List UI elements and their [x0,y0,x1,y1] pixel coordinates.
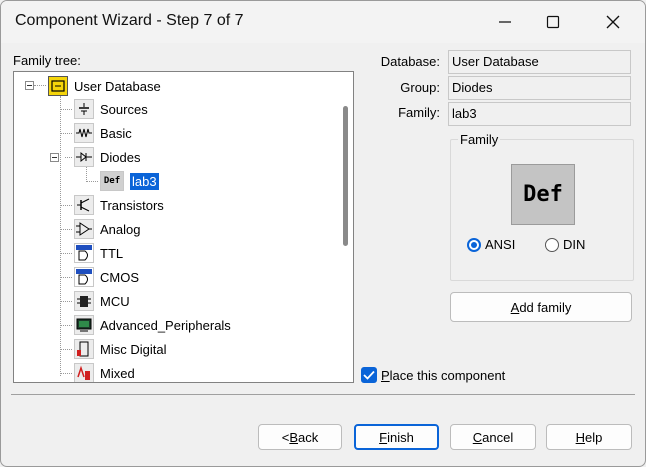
help-button[interactable]: Help [546,424,632,450]
sources-icon [74,99,94,119]
footer-separator [11,394,635,395]
group-label: Group: [400,80,440,95]
ansi-radio[interactable]: ANSI [467,237,515,252]
close-icon [606,15,620,29]
tree-line [60,133,72,134]
tree-line [60,253,72,254]
tree-line [60,325,72,326]
group-field: Diodes [448,76,631,100]
maximize-button[interactable] [525,1,581,43]
family-tree[interactable]: User Database Sources Basic Diodes Def l… [13,71,354,383]
transistor-icon [74,195,94,215]
tree-line [60,373,72,374]
collapse-diodes-toggle[interactable] [50,153,59,162]
misc-digital-icon [74,339,94,359]
tree-line [60,349,72,350]
tree-item-analog[interactable]: Analog [74,218,140,240]
tree-item-sources[interactable]: Sources [74,98,148,120]
mcu-icon [74,291,94,311]
window-title: Component Wizard - Step 7 of 7 [15,12,244,29]
family-group-title: Family [458,132,501,147]
tree-line [60,277,72,278]
database-field: User Database [448,50,631,74]
tree-item-mixed[interactable]: Mixed [74,362,135,382]
checkbox-checked-icon [361,367,377,383]
mixed-icon [74,363,94,382]
tree-item-cmos[interactable]: CMOS [74,266,139,288]
family-group: Family Def ANSI DIN [450,132,634,281]
tree-line [60,109,72,110]
family-field: lab3 [448,102,631,126]
peripherals-icon [74,315,94,335]
collapse-root-toggle[interactable] [25,81,34,90]
component-wizard-window: Component Wizard - Step 7 of 7 Family tr… [0,0,646,467]
tree-line [65,157,72,158]
tree-line [60,205,72,206]
family-label: Family: [398,105,440,120]
family-symbol-preview: Def [511,164,575,225]
cancel-button[interactable]: Cancel [450,424,536,450]
basic-icon [74,123,94,143]
database-label: Database: [380,54,440,69]
opamp-icon [74,219,94,239]
tree-item-root[interactable]: User Database [48,75,161,97]
place-component-checkbox[interactable]: Place this component [361,367,505,383]
family-tree-label: Family tree: [13,53,81,68]
tree-line [86,181,98,182]
def-icon: Def [100,171,124,191]
add-family-button[interactable]: Add family [450,292,632,322]
tree-line [86,166,87,180]
tree-item-misc-digital[interactable]: Misc Digital [74,338,166,360]
finish-button[interactable]: Finish [354,424,439,450]
ttl-icon [74,243,94,263]
tree-line [60,229,72,230]
database-icon [48,76,68,96]
tree-line [34,85,46,86]
tree-item-transistors[interactable]: Transistors [74,194,164,216]
tree-line [60,96,61,376]
tree-item-diodes[interactable]: Diodes [74,146,140,168]
maximize-icon [546,15,560,29]
minimize-icon [499,21,511,23]
din-radio-dot [545,237,559,252]
cmos-icon [74,267,94,287]
tree-item-ttl[interactable]: TTL [74,242,123,264]
close-button[interactable] [585,1,641,43]
place-component-label: Place this component [381,367,506,383]
tree-item-basic[interactable]: Basic [74,122,132,144]
back-button[interactable]: < Back [258,424,342,450]
din-radio[interactable]: DIN [545,237,585,252]
title-bar: Component Wizard - Step 7 of 7 [1,1,645,43]
ansi-radio-dot [467,237,481,252]
tree-line [60,301,72,302]
tree-item-mcu[interactable]: MCU [74,290,130,312]
tree-item-advanced-peripherals[interactable]: Advanced_Peripherals [74,314,231,336]
tree-scrollbar-thumb[interactable] [343,106,348,246]
diode-icon [74,147,94,167]
tree-item-lab3[interactable]: Def lab3 [100,170,159,192]
